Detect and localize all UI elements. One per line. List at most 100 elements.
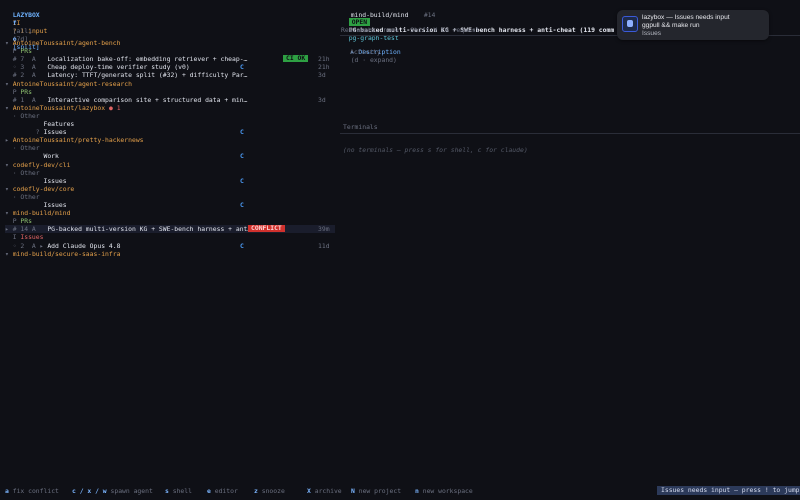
tree-row[interactable]: ▾ codefly-dev/core (5, 185, 335, 193)
row-label: Other (20, 111, 40, 120)
tree-row[interactable]: Features (5, 120, 335, 128)
row-prefix: ▾ (5, 209, 13, 218)
row-label: Work (43, 152, 59, 161)
row-label: Localization bake-off: embedding retriev… (47, 55, 248, 64)
row-label: Cheap deploy-time verifier study (v0) (47, 63, 190, 72)
tree-row[interactable]: Issues C (5, 201, 335, 209)
tree-row[interactable]: · Other (5, 169, 335, 177)
row-prefix: · (5, 168, 21, 177)
row-label: PRs (20, 217, 32, 226)
conflict-badge: CONFLICT (248, 225, 285, 233)
row-label: AntoineToussaint/agent-research (12, 79, 132, 88)
keybinding-key: e (207, 487, 211, 495)
row-label: mind-build/secure-saas-infra (12, 249, 121, 258)
row-prefix: # 7 A (5, 55, 48, 64)
claude-session-icon[interactable]: C (240, 128, 244, 136)
keybinding-label: spawn agent (110, 487, 153, 495)
keybinding-item[interactable]: z snooze (254, 486, 285, 496)
divider (340, 133, 800, 134)
row-label: Other (20, 168, 40, 177)
row-label: mind-build/mind (12, 209, 71, 218)
tree-row[interactable]: Issues C (5, 177, 335, 185)
row-prefix (5, 120, 43, 128)
claude-session-icon[interactable]: C (240, 201, 244, 209)
keybinding-item[interactable]: s shell (165, 486, 192, 496)
tree-row[interactable]: ▸ AntoineToussaint/pretty-hackernews (5, 136, 335, 144)
notification-title: lazybox — Issues needs input (642, 14, 730, 21)
ci-ok-badge: CI OK (283, 55, 309, 63)
row-label: Issues (43, 176, 67, 185)
filter-key: f (12, 19, 17, 27)
row-prefix: I (5, 233, 21, 242)
row-label: PG-backed multi-version KG + SWE-bench h… (47, 225, 252, 234)
tree-row[interactable]: I Issues (5, 233, 335, 241)
tree-row[interactable]: ▾ mind-build/secure-saas-infra (5, 250, 335, 258)
tree-row[interactable]: ▾ AntoineToussaint/agent-research (5, 80, 335, 88)
row-prefix: # 2 A (5, 71, 48, 80)
row-label: Other (20, 192, 40, 201)
tree-row[interactable]: ▾ AntoineToussaint/agent-bench (5, 39, 335, 47)
tree-row[interactable]: P PRs (5, 217, 335, 225)
row-label: Interactive comparison site + structured… (47, 95, 248, 104)
tree-row[interactable]: ? Issues C (5, 128, 335, 136)
keybinding-item[interactable]: X archive (307, 486, 342, 496)
tree-row[interactable]: · Other (5, 144, 335, 152)
tree-row[interactable]: P PRs (5, 88, 335, 96)
row-prefix (5, 152, 43, 160)
keybinding-key: c / x / w (72, 487, 107, 495)
keybinding-item[interactable]: e editor (207, 486, 238, 496)
row-prefix: ▾ (5, 39, 13, 47)
status-jump-hint[interactable]: Issues needs input — press ! to jump (657, 486, 800, 495)
tree-row[interactable]: ◦ 3 A Cheap deploy-time verifier study (… (5, 63, 335, 71)
no-terminals-hint: (no terminals — press s for shell, c for… (343, 146, 528, 154)
row-prefix (5, 177, 43, 185)
filter-toggle[interactable]: [all] (13, 27, 32, 35)
tree-row[interactable]: Work C (5, 152, 335, 160)
activity-heading: Activity (350, 48, 381, 56)
keybinding-item[interactable]: c / x / w spawn agent (72, 486, 153, 496)
notification-toast[interactable]: lazybox — Issues needs input ggpull && m… (617, 10, 769, 40)
tree-row[interactable]: # 2 A Latency: TTFT/generate split (#32)… (5, 71, 335, 79)
row-label: AntoineToussaint/pretty-hackernews (12, 136, 144, 145)
tree-row[interactable]: ▸ # 14 A PG-backed multi-version KG + SW… (5, 225, 335, 234)
tree-row[interactable]: ▾ codefly-dev/cli (5, 161, 335, 169)
tree-row[interactable]: · Other (5, 112, 335, 120)
row-prefix: · (5, 111, 21, 120)
row-age: 39m (318, 225, 330, 234)
row-prefix: ▸ # 14 A (5, 225, 48, 234)
row-prefix: P (5, 87, 21, 96)
row-prefix (5, 201, 43, 209)
keybinding-label: fix conflict (12, 487, 59, 495)
row-label: Features (43, 120, 75, 128)
row-label: Other (20, 144, 40, 153)
keybinding-label: editor (214, 487, 238, 495)
keybinding-key: a (5, 487, 9, 495)
row-prefix: # 1 A (5, 95, 48, 104)
tree-row[interactable]: # 1 A Interactive comparison site + stru… (5, 96, 335, 104)
claude-session-icon[interactable]: C (240, 63, 244, 71)
tree-row[interactable]: ▾ AntoineToussaint/lazybox ● 1 (5, 104, 335, 112)
tree-row[interactable]: ▾ mind-build/mind (5, 209, 335, 217)
row-age: 3d (318, 95, 326, 104)
claude-session-icon[interactable]: C (240, 177, 244, 185)
row-label: AntoineToussaint/lazybox (12, 103, 106, 112)
notification-body: ggpull && make run (642, 22, 700, 29)
row-label: Add Claude Opus 4.8 (47, 241, 121, 250)
keybinding-item[interactable]: N new project (351, 486, 401, 496)
keybinding-item[interactable]: a fix conflict (5, 486, 59, 496)
tree-row[interactable]: · Other (5, 193, 335, 201)
keybinding-item[interactable]: n new workspace (415, 486, 473, 496)
reviewers-row: Reviewers: none · Shift-V to request (341, 26, 480, 34)
tree-row[interactable]: ◦ 2 A ▸ Add Claude Opus 4.8 C 11d (5, 242, 335, 250)
row-prefix: ◦ 2 A ▸ (5, 241, 48, 250)
row-prefix: P (5, 217, 21, 226)
row-prefix: ▾ (5, 160, 13, 169)
claude-session-icon[interactable]: C (240, 242, 244, 250)
keybinding-key: z (254, 487, 258, 495)
row-label: PRs (20, 47, 32, 56)
row-prefix: P (5, 47, 21, 56)
keybinding-key: X (307, 487, 311, 495)
row-age: 21h (318, 55, 330, 64)
tree-row[interactable]: # 7 A Localization bake-off: embedding r… (5, 55, 335, 64)
claude-session-icon[interactable]: C (240, 152, 244, 160)
